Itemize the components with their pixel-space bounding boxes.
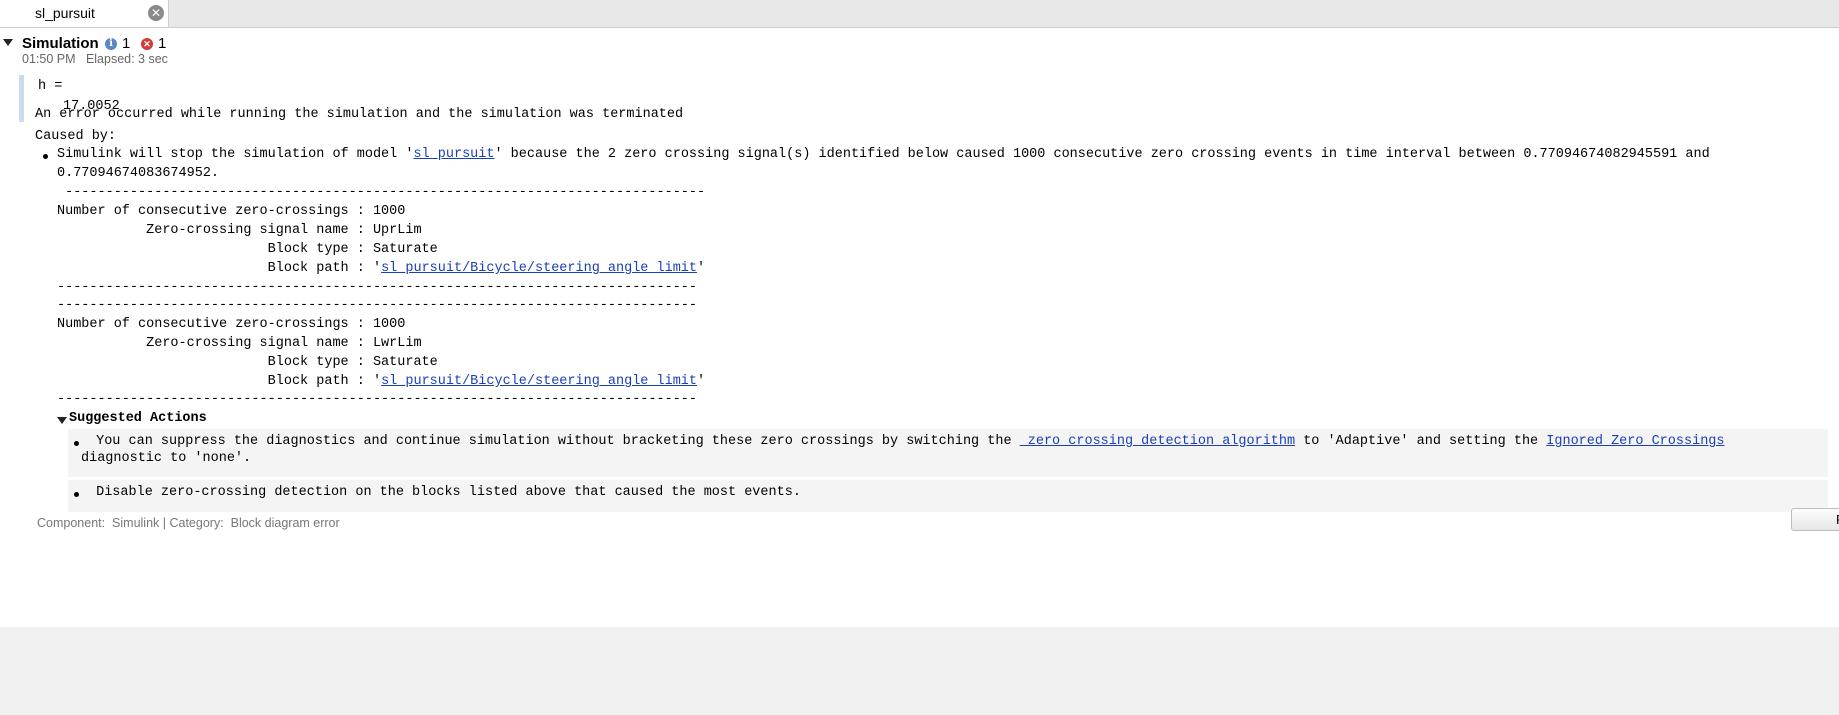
block-path-link[interactable]: sl_pursuit/Bicycle/steering angle limit (381, 374, 697, 389)
simulation-time: 01:50 PM (22, 52, 76, 66)
field-label: Zero-crossing signal name : (57, 336, 373, 351)
separator: ----------------------------------------… (57, 185, 706, 200)
field-label: Block path : ' (57, 261, 382, 276)
zc-count-row: Number of consecutive zero-crossings : 1… (57, 204, 405, 219)
info-count: 1 (122, 35, 131, 52)
field-label: Number of consecutive zero-crossings : (57, 317, 373, 332)
caused-by-label: Caused by: (35, 129, 117, 144)
zero-crossing-algorithm-link[interactable]: zero crossing detection algorithm (1020, 434, 1295, 449)
field-label: ' (697, 261, 706, 276)
separator: ----------------------------------------… (57, 280, 698, 295)
separator: ----------------------------------------… (57, 298, 698, 313)
field-label: Block type : (57, 355, 373, 370)
error-message: Simulink will stop the simulation of mod… (57, 147, 1710, 162)
field-value: Saturate (372, 355, 438, 370)
tab-label[interactable]: sl_pursuit (35, 5, 95, 21)
action-text-part: to 'Adaptive' and setting the (1295, 434, 1547, 449)
message-text: Simulink will stop the simulation of mod… (57, 147, 414, 162)
action-text: Disable zero-crossing detection on the b… (88, 485, 801, 500)
diagnostic-viewer-panel: Simulation i 1 ✕ 1 01:50 PM Elapsed: 3 s… (0, 28, 1839, 627)
close-icon[interactable]: ✕ (148, 5, 164, 21)
block-path-link[interactable]: sl_pursuit/Bicycle/steering angle limit (381, 261, 697, 276)
collapse-triangle-icon[interactable] (57, 417, 67, 424)
tab-bar: sl_pursuit ✕ (0, 0, 1839, 28)
field-label: Block path : ' (57, 374, 382, 389)
tab-sl-pursuit[interactable]: sl_pursuit ✕ (0, 0, 169, 27)
output-variable: h = (38, 79, 63, 94)
bullet-icon (74, 441, 79, 446)
error-count: 1 (158, 35, 167, 52)
ignored-zero-crossings-link[interactable]: Ignored Zero Crossings (1546, 434, 1724, 449)
action-text-line2: diagnostic to 'none'. (81, 451, 252, 466)
elapsed-time: Elapsed: 3 sec (85, 52, 168, 66)
bullet-icon (74, 492, 79, 497)
field-label: Zero-crossing signal name : (57, 223, 373, 238)
message-text: ' because the 2 zero crossing signal(s) … (494, 147, 1710, 162)
block-path-row: Block path : 'sl_pursuit/Bicycle/steerin… (57, 374, 706, 389)
zc-signal-row: Zero-crossing signal name : UprLim (57, 223, 422, 238)
suggested-action: You can suppress the diagnostics and con… (68, 429, 1828, 477)
model-link[interactable]: sl_pursuit (413, 147, 494, 162)
action-text-part: You can suppress the diagnostics and con… (88, 434, 1020, 449)
field-label: Number of consecutive zero-crossings : (57, 204, 373, 219)
error-footer: Component: Simulink | Category: Block di… (37, 516, 340, 530)
collapse-triangle-icon[interactable] (3, 39, 13, 46)
field-value: 1000 (372, 317, 406, 332)
field-value: LwrLim (372, 336, 422, 351)
separator: ----------------------------------------… (57, 392, 698, 407)
bullet-icon (43, 154, 48, 159)
block-type-row: Block type : Saturate (57, 242, 438, 257)
info-icon[interactable]: i (105, 38, 117, 50)
simulation-title: Simulation (22, 35, 99, 52)
zc-signal-row: Zero-crossing signal name : LwrLim (57, 336, 422, 351)
field-label: Block type : (57, 242, 373, 257)
suggested-actions-title: Suggested Actions (69, 411, 207, 426)
field-value: Saturate (372, 242, 438, 257)
field-label: ' (697, 374, 706, 389)
field-value: 1000 (372, 204, 406, 219)
fix-button[interactable]: Fix (1791, 508, 1839, 531)
simulation-meta: 01:50 PM Elapsed: 3 sec (22, 52, 168, 66)
error-block: An error occurred while running the simu… (19, 107, 1839, 627)
message-line-2: 0.77094674083674952. (57, 166, 220, 181)
block-path-row: Block path : 'sl_pursuit/Bicycle/steerin… (57, 261, 706, 276)
field-value: UprLim (372, 223, 422, 238)
error-headline: An error occurred while running the simu… (35, 107, 684, 122)
suggested-action: Disable zero-crossing detection on the b… (68, 480, 1828, 512)
action-text: You can suppress the diagnostics and con… (88, 434, 1724, 449)
error-icon[interactable]: ✕ (141, 38, 153, 50)
zc-count-row: Number of consecutive zero-crossings : 1… (57, 317, 405, 332)
block-type-row: Block type : Saturate (57, 355, 438, 370)
